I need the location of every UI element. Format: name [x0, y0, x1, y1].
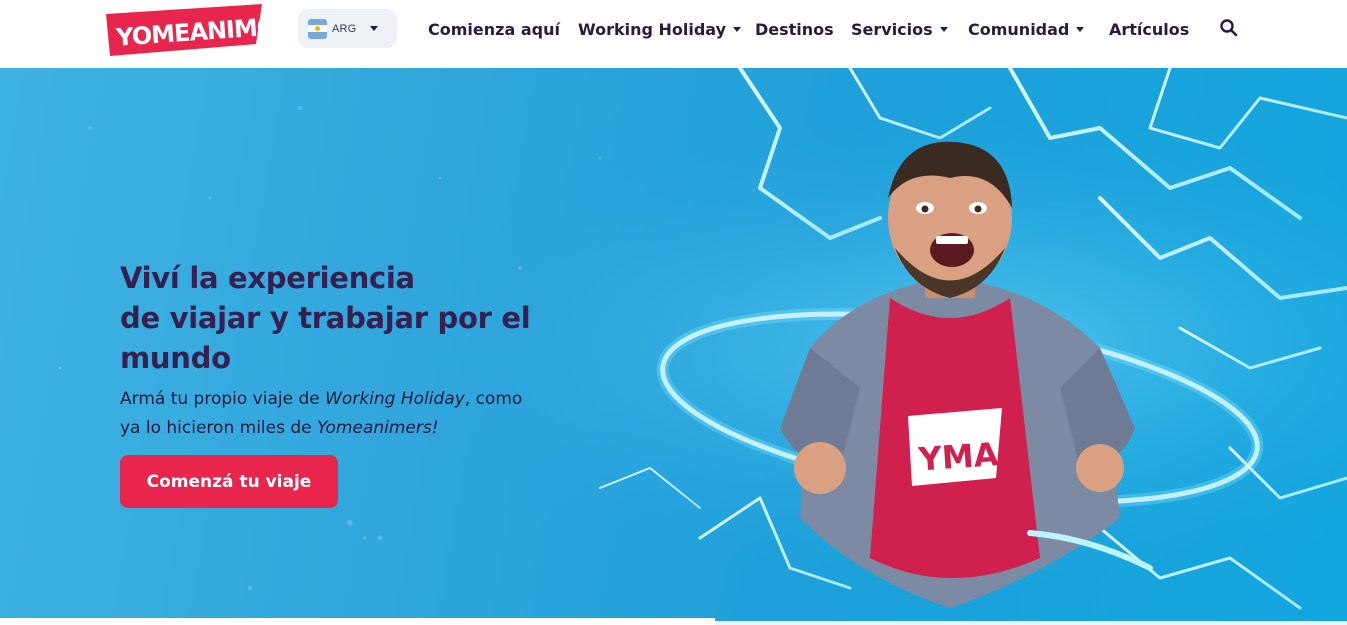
chevron-down-icon	[939, 26, 948, 32]
nav-comienza-aqui[interactable]: Comienza aquí	[428, 18, 560, 40]
chevron-down-icon	[733, 26, 742, 32]
logo-graphic: YOMEANIMO!	[106, 4, 266, 56]
subtext-part-1: Armá tu propio viaje de	[120, 389, 326, 409]
country-code: ARG	[332, 22, 357, 35]
hero-section: YMA! Viví la experiencia de viajar y tra…	[0, 68, 1347, 625]
chevron-down-icon	[370, 26, 379, 31]
nav-articulos[interactable]: Artículos	[1109, 18, 1189, 40]
subtext-italic-2: Yomeanimers!	[317, 418, 439, 438]
nav-label: Servicios	[851, 19, 933, 39]
nav-servicios[interactable]: Servicios	[851, 18, 948, 40]
hero-headline: Viví la experiencia de viajar y trabajar…	[120, 258, 540, 378]
argentina-flag-icon	[308, 18, 327, 39]
site-header: YOMEANIMO! ARG Comienza aquí Working Hol…	[0, 0, 1347, 68]
shirt-logo-text: YMA!	[916, 434, 1014, 479]
nav-label: Artículos	[1109, 19, 1190, 39]
nav-comunidad[interactable]: Comunidad	[968, 18, 1085, 40]
headline-line-2: de viajar y trabajar por el	[120, 301, 531, 335]
nav-label: Comienza aquí	[428, 19, 560, 39]
section-divider	[0, 618, 715, 625]
nav-destinos[interactable]: Destinos	[755, 18, 834, 40]
subtext-part-3: ya lo hicieron miles de	[120, 418, 318, 438]
yomeanimo-logo[interactable]: YOMEANIMO!	[104, 4, 266, 56]
start-trip-button[interactable]: Comenzá tu viaje	[120, 455, 338, 508]
headline-line-1: Viví la experiencia	[120, 261, 415, 295]
country-selector[interactable]: ARG	[298, 9, 397, 48]
hero-subtext: Armá tu propio viaje de Working Holiday,…	[120, 385, 560, 443]
chevron-down-icon	[1076, 26, 1085, 32]
hero-person-image: YMA!	[780, 141, 1153, 608]
subtext-part-2: , como	[464, 389, 523, 409]
headline-line-3: mundo	[120, 341, 231, 375]
subtext-italic-1: Working Holiday	[325, 389, 465, 409]
nav-label: Comunidad	[968, 19, 1070, 39]
nav-label: Destinos	[755, 19, 834, 39]
nav-label: Working Holiday	[578, 19, 727, 39]
nav-working-holiday[interactable]: Working Holiday	[578, 18, 742, 40]
section-divider-right	[715, 621, 1347, 625]
search-icon[interactable]	[1219, 18, 1239, 38]
